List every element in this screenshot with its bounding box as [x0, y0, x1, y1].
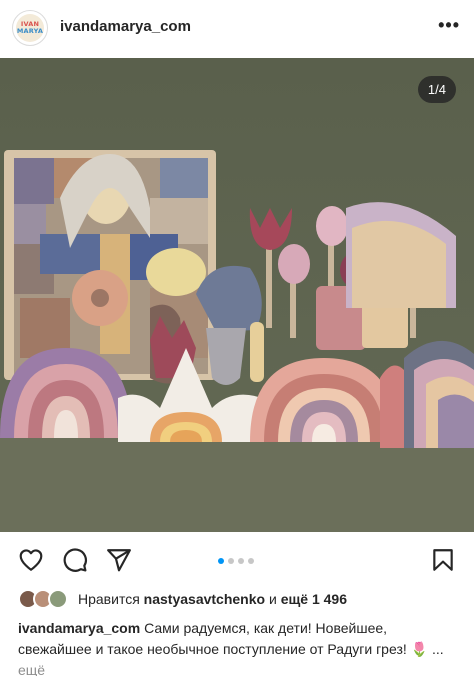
carousel-dot	[228, 558, 234, 564]
liker-username[interactable]: nastyasavtchenko	[144, 591, 265, 607]
carousel-counter: 1/4	[417, 76, 456, 103]
caption-username[interactable]: ivandamarya_com	[18, 620, 140, 636]
avatar[interactable]: IVAN MARYA	[12, 10, 48, 46]
heart-icon[interactable]	[18, 547, 44, 573]
wooden-toys-photo	[0, 58, 474, 532]
post-image[interactable]: 1/4	[0, 58, 474, 532]
bookmark-icon[interactable]	[430, 547, 456, 573]
post-author-username[interactable]: ivandamarya_com	[60, 18, 191, 35]
carousel-dot	[218, 558, 224, 564]
likes-prefix: Нравится	[78, 591, 140, 607]
carousel-dot	[238, 558, 244, 564]
carousel-dots	[218, 558, 254, 564]
more-options-icon[interactable]: •••	[438, 16, 460, 34]
caption-more-link[interactable]: ещё	[18, 662, 45, 676]
likes-and: и	[268, 591, 277, 607]
post-caption: ivandamarya_com Сами радуемся, как дети!…	[18, 618, 462, 676]
carousel-dot	[248, 558, 254, 564]
likes-count[interactable]: ещё 1 496	[281, 591, 347, 607]
caption-ellipsis: ...	[431, 641, 444, 657]
avatar-logo: IVAN MARYA	[16, 14, 44, 42]
liker-avatars[interactable]	[18, 589, 72, 609]
likes-row: Нравится nastyasavtchenko и ещё 1 496	[18, 588, 347, 610]
comment-icon[interactable]	[62, 547, 88, 573]
avatar-logo-line2: MARYA	[16, 27, 44, 35]
liker-avatar	[48, 589, 68, 609]
tulip-emoji: 🌷	[410, 641, 429, 657]
post-header: IVAN MARYA ivandamarya_com •••	[0, 0, 474, 58]
post-actions	[0, 532, 474, 586]
paper-plane-icon[interactable]	[106, 547, 132, 573]
